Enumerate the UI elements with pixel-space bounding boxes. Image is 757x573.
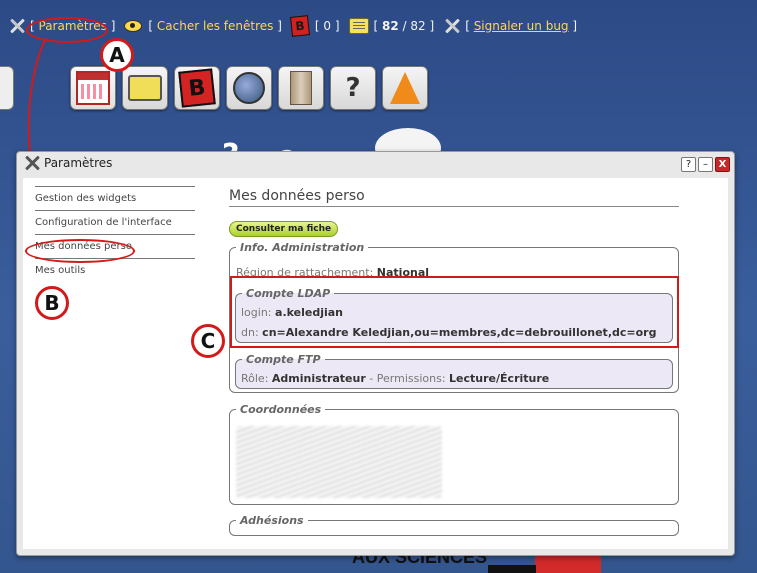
- settings-sidebar: Gestion des widgets Configuration de l'i…: [35, 186, 195, 282]
- section-legend: Info. Administration: [240, 241, 365, 254]
- vlc-cone-icon: [390, 72, 420, 104]
- b-count: 0: [323, 19, 332, 33]
- messages-icon: [348, 18, 369, 34]
- page-title: Mes données perso: [229, 188, 679, 207]
- eye-icon: [124, 20, 143, 32]
- globe-help-icon: [233, 72, 265, 104]
- role-label: Rôle:: [241, 372, 269, 385]
- section-legend: Adhésions: [240, 514, 304, 527]
- calendar-icon: [76, 71, 110, 105]
- blurred-coordinates: [236, 426, 442, 498]
- callout-b: B: [35, 286, 69, 320]
- cacher-fenetres-link[interactable]: Cacher les fenêtres: [157, 19, 273, 33]
- compte-ftp-section: Compte FTP Rôle: Administrateur - Permis…: [235, 353, 673, 389]
- globe-help-button[interactable]: [226, 66, 272, 110]
- b-icon: B: [178, 68, 216, 108]
- coordonnees-section: Coordonnées: [229, 403, 679, 505]
- permissions-value: Lecture/Écriture: [449, 372, 550, 385]
- cacher-fenetres-item[interactable]: [ Cacher les fenêtres ]: [124, 19, 282, 33]
- role-value: Administrateur: [271, 372, 366, 385]
- b-button[interactable]: B: [174, 66, 220, 110]
- wrench-icon: [443, 17, 461, 35]
- chat-button[interactable]: [122, 66, 168, 110]
- main-panel: Mes données perso Consulter ma fiche: [229, 188, 679, 237]
- b-counter-item[interactable]: B [ 0 ]: [289, 15, 340, 37]
- messages-counter-item[interactable]: [ 82 / 82 ]: [348, 18, 434, 34]
- column-icon: [290, 71, 312, 105]
- help-button[interactable]: ?: [330, 66, 376, 110]
- messages-count: 82: [382, 19, 399, 33]
- ftp-row: Rôle: Administrateur - Permissions: Lect…: [241, 372, 549, 385]
- window-content: Gestion des widgets Configuration de l'i…: [23, 178, 728, 549]
- wrench-icon: [8, 17, 26, 35]
- app-toolbar: B ?: [70, 66, 428, 110]
- permissions-label: Permissions:: [376, 372, 446, 385]
- section-legend: Coordonnées: [240, 403, 322, 416]
- parametres-window: Paramètres ? – X Gestion des widgets Con…: [16, 151, 735, 556]
- adhesions-section: Adhésions: [229, 514, 679, 536]
- sidebar-item-gestion-widgets[interactable]: Gestion des widgets: [35, 186, 195, 210]
- red-cross-decoration: [535, 553, 601, 573]
- consulter-fiche-button[interactable]: Consulter ma fiche: [229, 221, 339, 237]
- black-block-decoration: [488, 565, 536, 573]
- annotation-ring-parametres: [26, 17, 108, 43]
- partial-toolbar-icon[interactable]: [0, 66, 14, 110]
- ldap-highlight-box: [230, 276, 679, 348]
- wrench-icon: [23, 154, 41, 172]
- signaler-bug-item[interactable]: [ Signaler un bug ]: [443, 17, 577, 35]
- annotation-ring-mes-donnees: [25, 239, 135, 263]
- calendar-button[interactable]: [70, 66, 116, 110]
- sidebar-item-configuration-interface[interactable]: Configuration de l'interface: [35, 210, 195, 234]
- chat-icon: [128, 75, 162, 101]
- separator: -: [369, 372, 374, 385]
- vlc-button[interactable]: [382, 66, 428, 110]
- section-legend: Compte FTP: [246, 353, 321, 366]
- window-title: Paramètres: [44, 156, 113, 170]
- callout-a: A: [100, 38, 134, 72]
- minimize-window-button[interactable]: –: [698, 157, 713, 172]
- help-icon: ?: [345, 73, 361, 103]
- messages-total: 82: [410, 19, 426, 33]
- b-icon: B: [289, 15, 310, 37]
- callout-c: C: [191, 324, 225, 358]
- window-titlebar[interactable]: Paramètres: [17, 152, 734, 174]
- help-window-button[interactable]: ?: [681, 157, 696, 172]
- column-button[interactable]: [278, 66, 324, 110]
- close-window-button[interactable]: X: [715, 157, 730, 172]
- window-controls: ? – X: [681, 157, 730, 172]
- signaler-bug-link[interactable]: Signaler un bug: [474, 19, 569, 33]
